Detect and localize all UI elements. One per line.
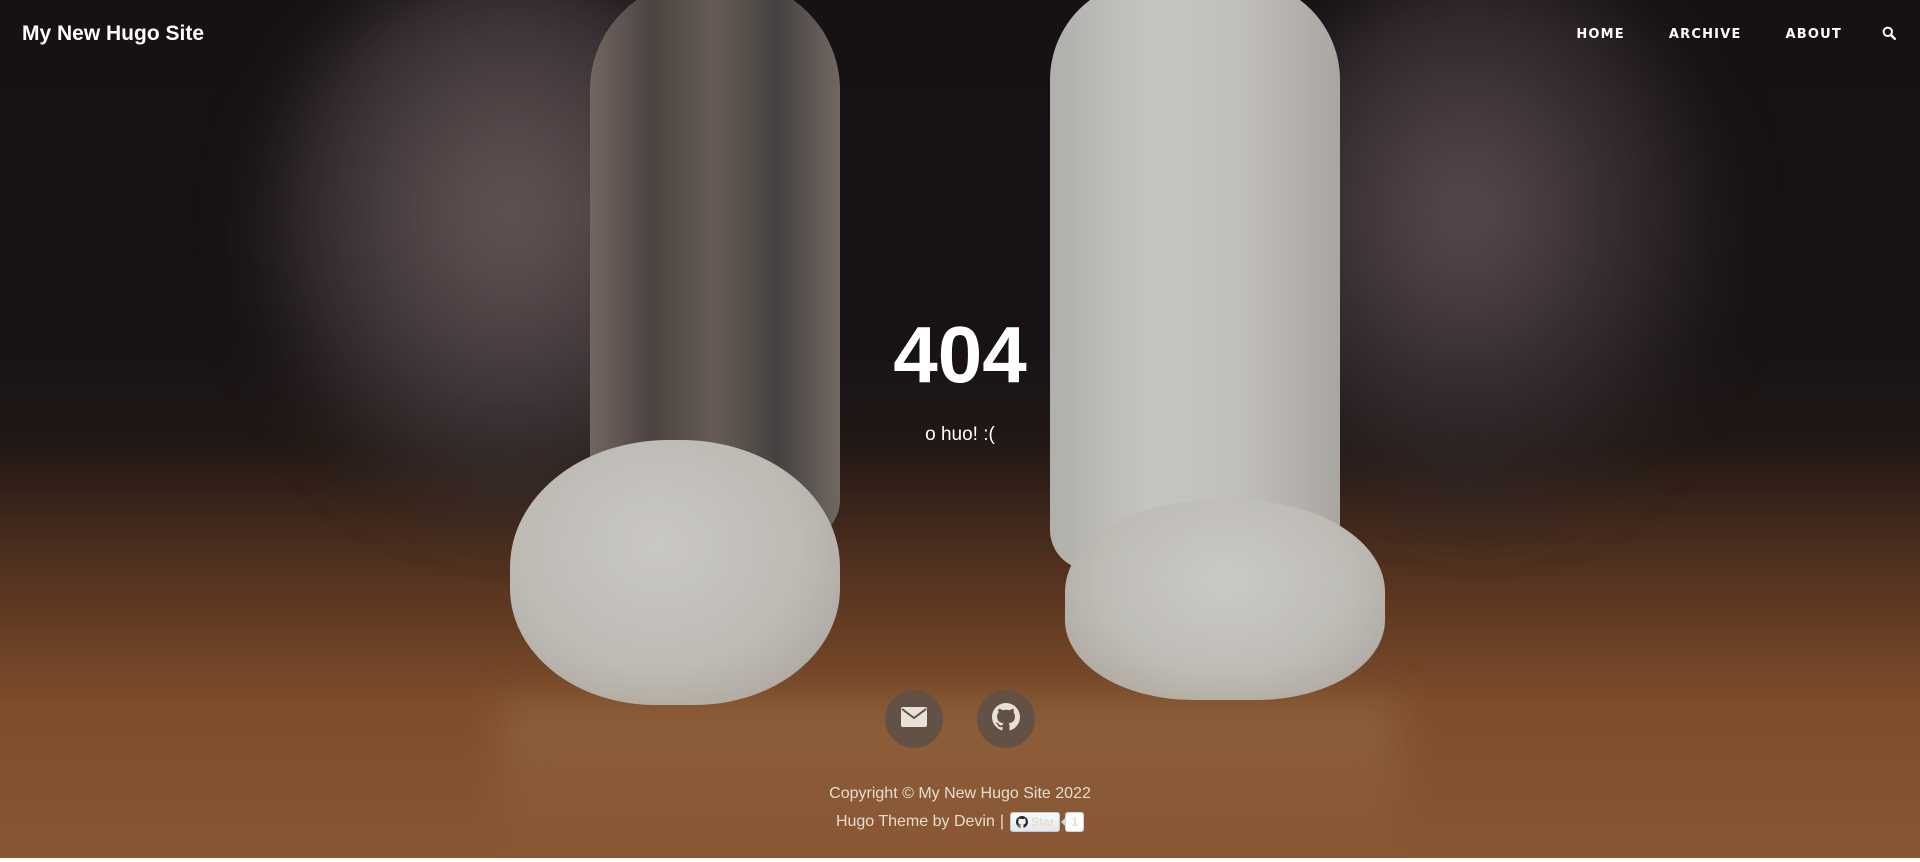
author-link[interactable]: Devin — [954, 813, 995, 831]
nav-link-home[interactable]: HOME — [1576, 27, 1625, 42]
star-count[interactable]: 1 — [1061, 812, 1085, 832]
copyright-text: Copyright © My New Hugo Site 2022 — [829, 785, 1091, 802]
theme-credit: Hugo Theme by Devin | Star 1 — [0, 812, 1920, 832]
github-icon — [992, 702, 1020, 736]
page-title: 404 — [893, 310, 1027, 399]
navbar: My New Hugo Site HOME ARCHIVE ABOUT — [0, 0, 1920, 68]
email-button[interactable] — [885, 690, 943, 748]
envelope-icon — [900, 706, 928, 733]
star-label: Star — [1031, 815, 1055, 829]
github-button[interactable] — [977, 690, 1035, 748]
nav-link-about[interactable]: ABOUT — [1786, 27, 1842, 42]
site-brand-link[interactable]: My New Hugo Site — [22, 22, 204, 46]
search-icon[interactable] — [1882, 26, 1898, 42]
credit-separator: | — [999, 813, 1005, 830]
nav-link-archive[interactable]: ARCHIVE — [1669, 27, 1742, 42]
social-links — [0, 690, 1920, 748]
credit-prefix: Hugo Theme by — [835, 813, 950, 830]
github-star-button[interactable]: Star — [1010, 812, 1061, 832]
github-icon — [1016, 816, 1029, 828]
nav-links: HOME ARCHIVE ABOUT — [1532, 26, 1898, 42]
page-subtitle: o huo! :( — [925, 424, 995, 445]
